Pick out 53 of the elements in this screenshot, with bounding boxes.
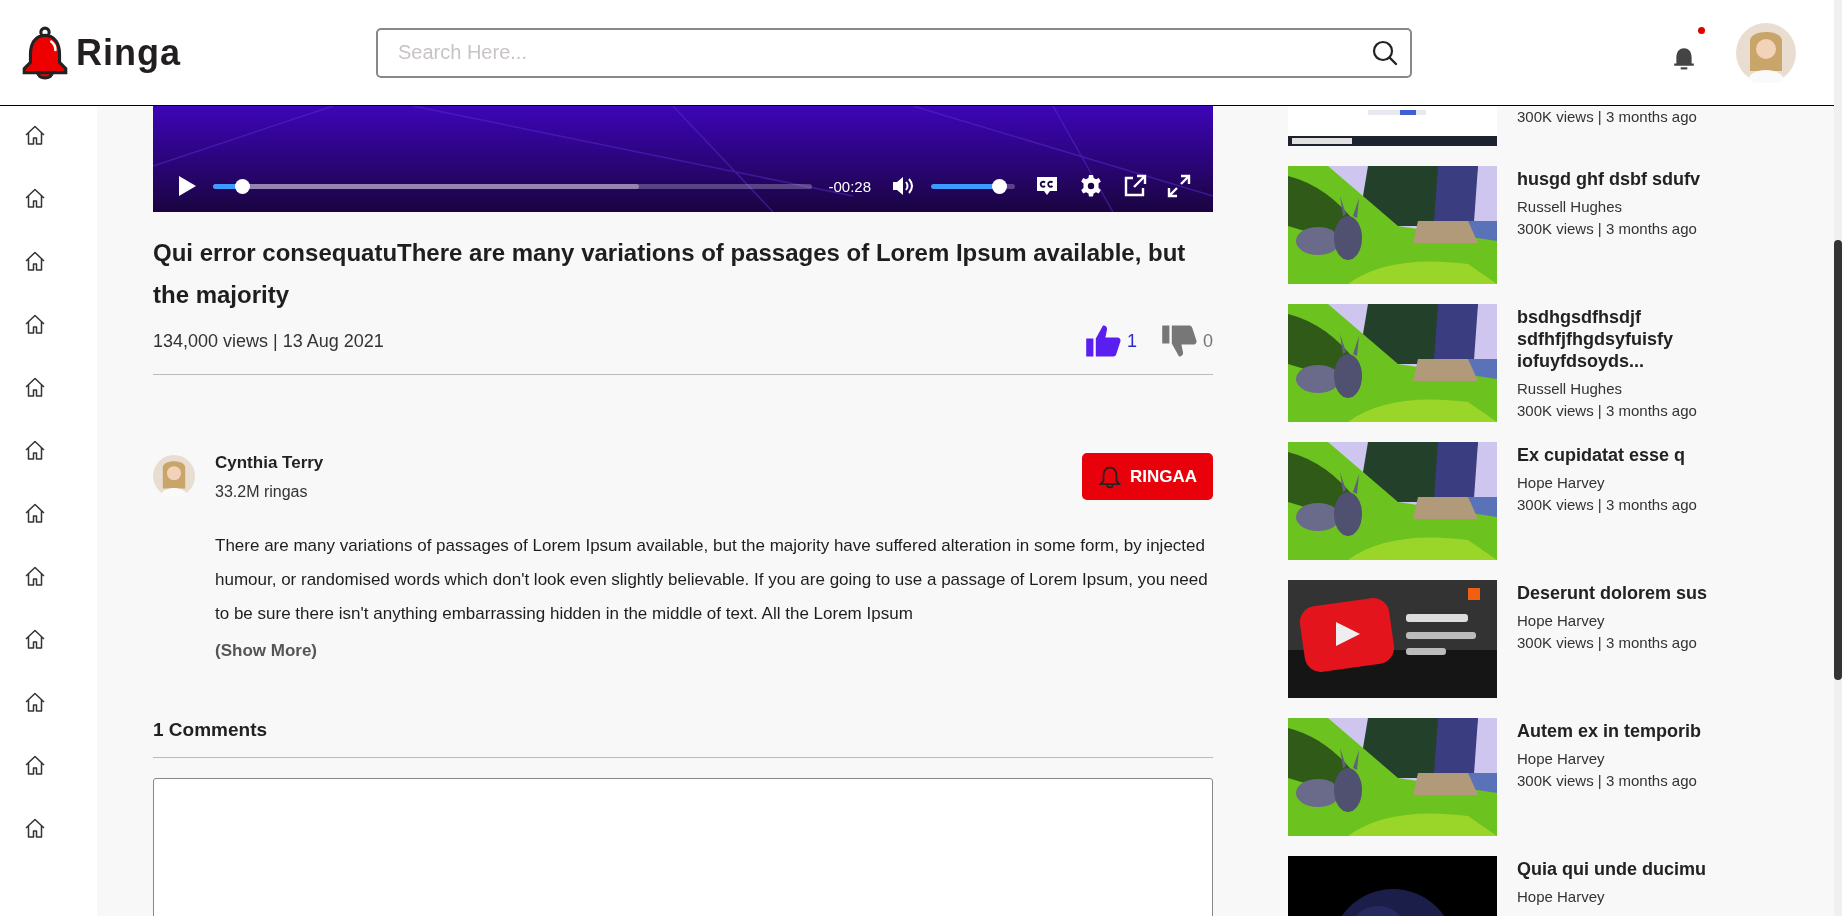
video-title[interactable]: Quia qui unde ducimu — [1517, 858, 1737, 880]
channel-name[interactable]: Cynthia Terry — [215, 453, 324, 473]
search-icon[interactable] — [1372, 39, 1398, 66]
video-description: There are many variations of passages of Lorem Ipsum available, but the majority have suffered alteration in some form, by injected humour, or randomised words which don't look even slightly believable. If you are going to use a passage of Lorem Ipsum, you need to be sure there isn't anything embarrassing hidden in the middle of text. All the Lorem Ipsum — [215, 535, 1209, 625]
video-title[interactable]: Deserunt dolorem sus — [1517, 582, 1737, 604]
bell-logo-icon — [20, 25, 70, 80]
volume-icon[interactable] — [891, 174, 915, 198]
subscribe-button[interactable]: RINGAA — [1082, 453, 1213, 500]
notification-bell-icon[interactable] — [1672, 45, 1696, 70]
home-icon[interactable] — [24, 313, 46, 335]
external-link-icon[interactable] — [1123, 174, 1147, 198]
video-stats: 300K views | 3 months ago — [1517, 401, 1698, 421]
home-icon[interactable] — [24, 565, 46, 587]
channel-name[interactable]: Russell Hughes — [1517, 196, 1737, 218]
home-icon[interactable] — [24, 439, 46, 461]
settings-icon[interactable] — [1079, 174, 1103, 198]
video-title[interactable]: Ex cupidatat esse q — [1517, 444, 1737, 466]
video-title[interactable]: Autem ex in temporib — [1517, 720, 1737, 742]
channel-name[interactable]: Russell Hughes — [1517, 378, 1737, 400]
home-icon[interactable] — [24, 376, 46, 398]
fullscreen-icon[interactable] — [1167, 174, 1191, 198]
home-icon[interactable] — [24, 502, 46, 524]
video-stats: 300K views | 3 months ago — [1517, 219, 1698, 239]
home-icon[interactable] — [24, 817, 46, 839]
show-more-link[interactable]: (Show More) — [215, 641, 317, 661]
time-remaining: -00:28 — [828, 177, 871, 195]
logo-wordmark[interactable]: Ringa — [76, 31, 181, 74]
subscriber-count: 33.2M ringas — [215, 483, 309, 501]
home-icon[interactable] — [24, 754, 46, 776]
channel-name[interactable]: Hope Harvey — [1517, 748, 1737, 770]
home-icon[interactable] — [24, 187, 46, 209]
video-stats: 300K views | 3 months ago — [1517, 633, 1698, 653]
video-title[interactable]: bsdhgsdfhsdjf sdfhfjfhgdsyfuisfy iofuyfdsoyds... — [1517, 306, 1737, 372]
channel-name[interactable]: Hope Harvey — [1517, 472, 1737, 494]
video-title: Qui error consequatuThere are many variations of passages of Lorem Ipsum available, but the majority — [153, 238, 1187, 310]
comments-heading: 1 Comments — [153, 719, 269, 741]
play-icon[interactable] — [177, 174, 197, 198]
progress-slider[interactable] — [213, 178, 813, 194]
channel-name[interactable]: Hope Harvey — [1517, 886, 1737, 908]
video-stats: 134,000 views | 13 Aug 2021 — [153, 330, 384, 352]
home-icon[interactable] — [24, 250, 46, 272]
bell-icon — [1097, 464, 1122, 489]
video-stats: 300K views | 3 months ago — [1517, 107, 1697, 127]
volume-slider[interactable] — [931, 178, 1015, 194]
video-title[interactable]: husgd ghf dsbf sdufv — [1517, 168, 1737, 190]
video-stats: 300K views | 3 months ago — [1517, 495, 1698, 515]
home-icon[interactable] — [24, 124, 46, 146]
home-icon[interactable] — [24, 691, 46, 713]
home-icon[interactable] — [24, 628, 46, 650]
search-field[interactable]: Search Here... — [376, 27, 1412, 78]
scrollbar[interactable] — [1834, 0, 1842, 916]
video-stats: 300K views | 3 months ago — [1517, 771, 1698, 791]
channel-name[interactable]: Hope Harvey — [1517, 610, 1737, 632]
